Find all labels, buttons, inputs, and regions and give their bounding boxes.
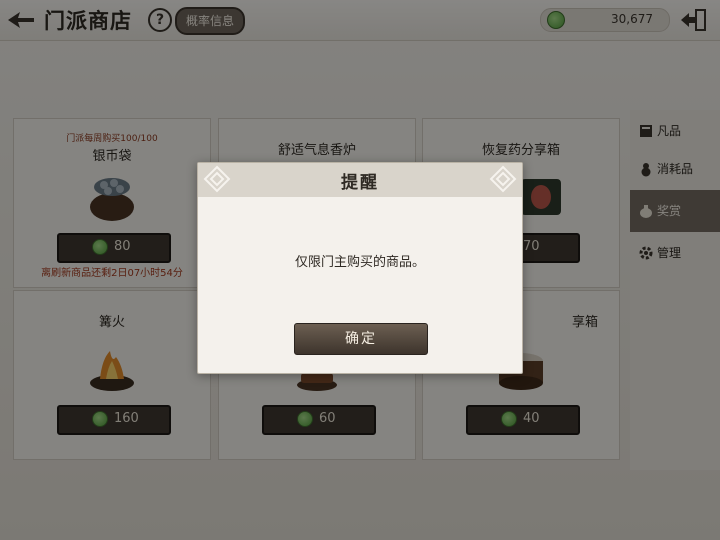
dialog-message: 仅限门主购买的商品。 [294, 255, 425, 270]
confirm-button[interactable]: 确定 [294, 323, 428, 355]
dialog-header: 提醒 [198, 163, 522, 197]
alert-dialog: 提醒 仅限门主购买的商品。 确定 [197, 162, 523, 374]
dialog-title: 提醒 [341, 173, 379, 193]
